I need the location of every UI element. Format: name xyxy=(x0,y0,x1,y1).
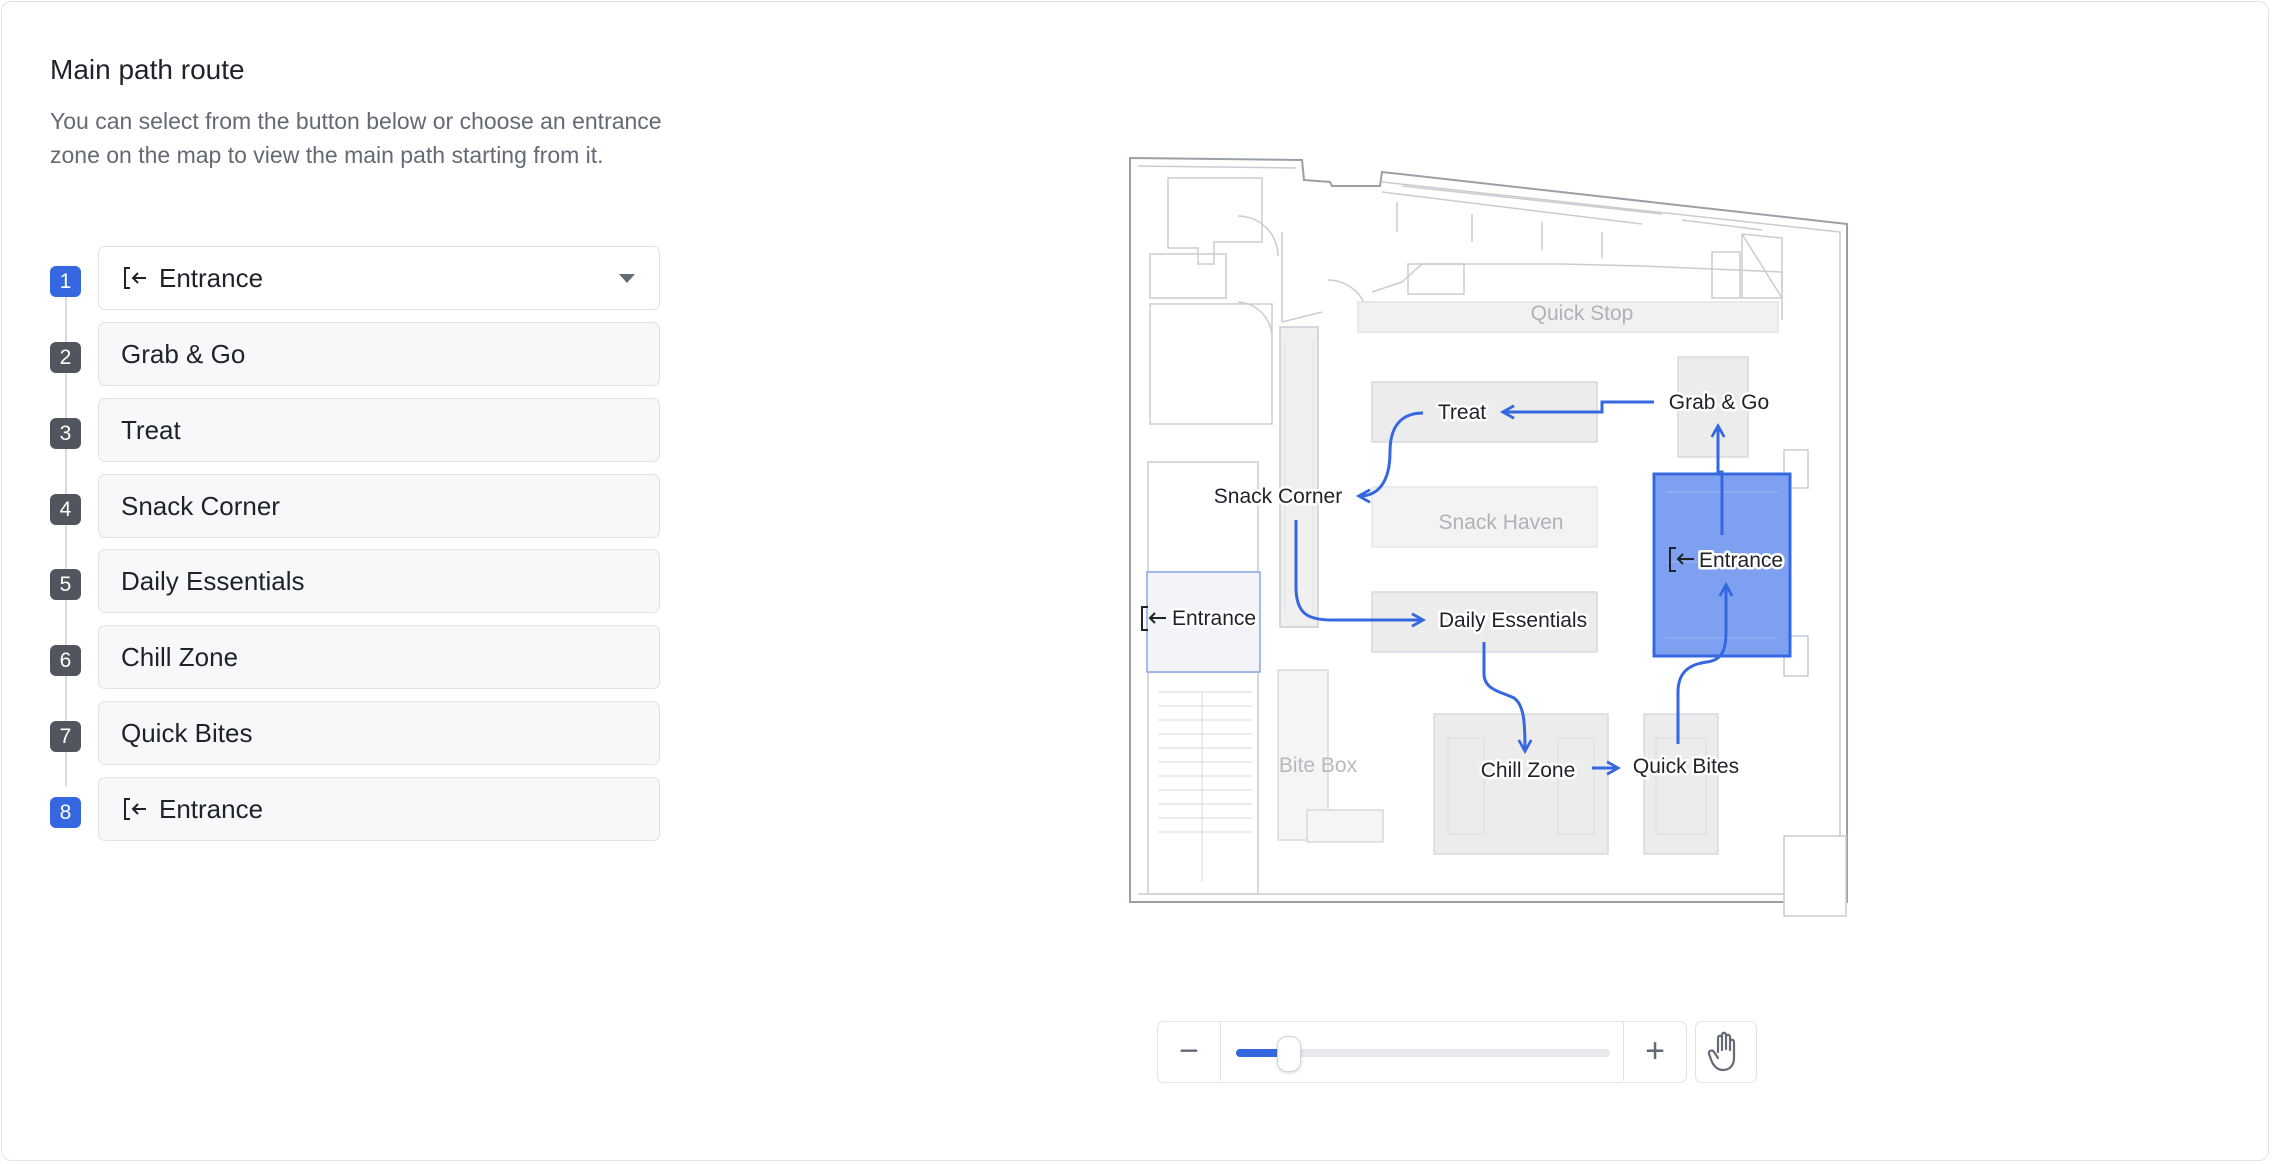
step-number: 4 xyxy=(50,494,81,525)
zoom-control: − + xyxy=(1157,1021,1687,1083)
step-label: Treat xyxy=(121,414,181,445)
step-label: Entrance xyxy=(159,262,264,293)
zoom-slider[interactable] xyxy=(1236,1036,1610,1072)
zone-label-snack-haven: Snack Haven xyxy=(1439,511,1564,534)
zoom-out-button[interactable]: − xyxy=(1158,1022,1221,1081)
zone-label-chill-zone: Chill Zone xyxy=(1481,759,1576,782)
step-1: 1 Entrance xyxy=(50,246,660,312)
floor-plan: Bite Box Quick Stop Snack Haven Grab & G… xyxy=(1129,156,1848,917)
step-3: 3 Treat xyxy=(50,398,660,464)
step-field[interactable]: Treat xyxy=(98,398,660,462)
step-label: Chill Zone xyxy=(121,641,239,672)
zone-label-treat: Treat xyxy=(1438,401,1486,424)
route-card: Main path route You can select from the … xyxy=(1,1,2269,1161)
zone-label-quick-bites: Quick Bites xyxy=(1633,755,1739,778)
zone-label-entrance-left: Entrance xyxy=(1172,607,1256,630)
zone-label-snack-corner: Snack Corner xyxy=(1214,485,1342,508)
route-steps: 1 Entrance 2 Grab & Go 3 Treat 4 Snack C… xyxy=(50,246,660,846)
step-label: Snack Corner xyxy=(121,490,280,521)
entrance-icon xyxy=(124,267,146,289)
step-4: 4 Snack Corner xyxy=(50,474,660,540)
pan-tool-button[interactable] xyxy=(1695,1021,1757,1083)
step-field[interactable]: Daily Essentials xyxy=(98,549,660,613)
step-field[interactable]: Chill Zone xyxy=(98,625,660,689)
step-number: 7 xyxy=(50,721,81,752)
step-number: 5 xyxy=(50,569,81,600)
step-number: 3 xyxy=(50,418,81,449)
step-number: 6 xyxy=(50,645,81,676)
step-field[interactable]: Quick Bites xyxy=(98,701,660,765)
zoom-slider-thumb[interactable] xyxy=(1277,1036,1302,1072)
zone-chill-zone[interactable] xyxy=(1433,713,1609,855)
step-6: 6 Chill Zone xyxy=(50,625,660,691)
chevron-down-icon xyxy=(619,274,635,283)
step-2: 2 Grab & Go xyxy=(50,322,660,388)
step-8: 8 Entrance xyxy=(50,777,660,843)
zone-label-bite-box: Bite Box xyxy=(1279,754,1358,777)
step-field[interactable]: Grab & Go xyxy=(98,322,660,386)
zone-quick-bites[interactable] xyxy=(1643,713,1719,855)
step-5: 5 Daily Essentials xyxy=(50,549,660,615)
floor-map[interactable]: Bite Box Quick Stop Snack Haven Grab & G… xyxy=(1122,152,1862,927)
zone-label-entrance-right: Entrance xyxy=(1699,549,1783,572)
step-field[interactable]: Snack Corner xyxy=(98,474,660,538)
zone-label-daily-essentials: Daily Essentials xyxy=(1439,609,1587,632)
step-label: Daily Essentials xyxy=(121,565,305,596)
step-number: 8 xyxy=(50,797,81,828)
zone-label-quick-stop: Quick Stop xyxy=(1531,302,1634,325)
panel-description: You can select from the button below or … xyxy=(50,108,662,168)
panel-title: Main path route xyxy=(50,54,245,85)
zone-label-grab-go: Grab & Go xyxy=(1669,391,1769,414)
entrance-icon xyxy=(124,798,146,820)
step-field[interactable]: Entrance xyxy=(98,777,660,841)
step-label: Grab & Go xyxy=(121,338,246,369)
step-label: Entrance xyxy=(159,793,264,824)
step-number: 1 xyxy=(50,266,81,297)
hand-icon xyxy=(1707,1031,1736,1072)
step-7: 7 Quick Bites xyxy=(50,701,660,767)
step-number: 2 xyxy=(50,342,81,373)
step-label: Quick Bites xyxy=(121,717,253,748)
zoom-in-button[interactable]: + xyxy=(1623,1022,1686,1081)
start-entrance-select[interactable]: Entrance xyxy=(98,246,660,310)
